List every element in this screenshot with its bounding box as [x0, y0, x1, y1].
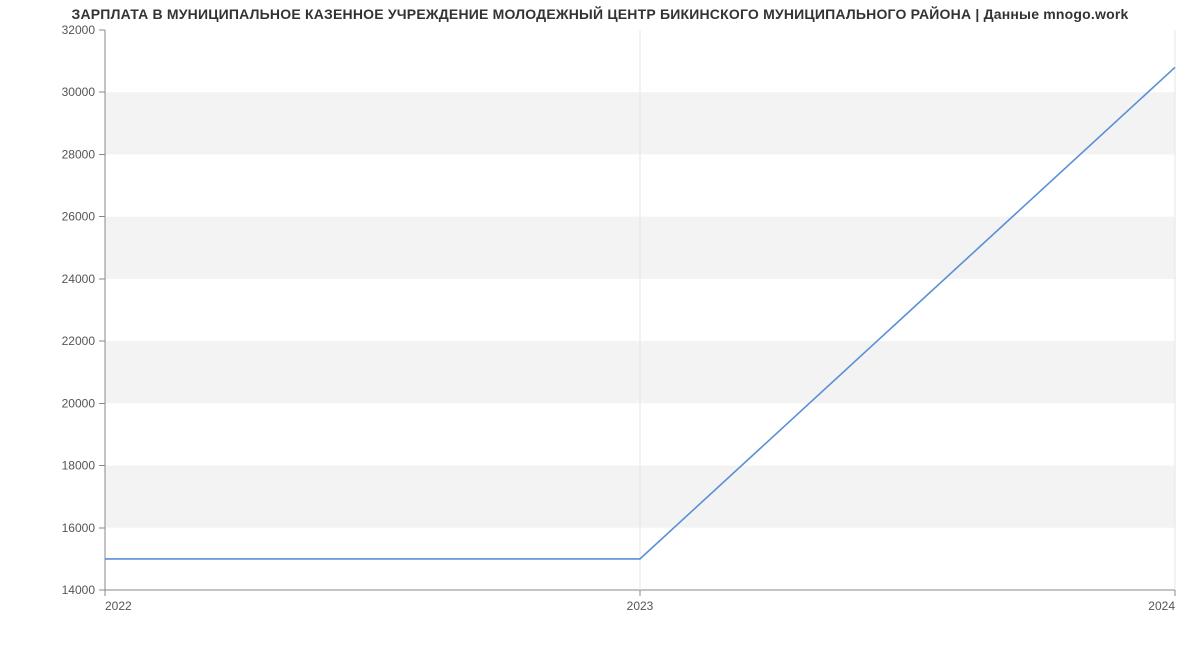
svg-text:26000: 26000 — [62, 210, 96, 224]
svg-text:2024: 2024 — [1148, 599, 1175, 613]
y-tick-label: 24000 — [62, 272, 96, 286]
svg-text:32000: 32000 — [62, 23, 96, 37]
y-tick-label: 22000 — [62, 334, 96, 348]
y-tick-label: 32000 — [62, 23, 96, 37]
x-tick-label: 2022 — [105, 599, 132, 613]
salary-line-chart: ЗАРПЛАТА В МУНИЦИПАЛЬНОЕ КАЗЕННОЕ УЧРЕЖД… — [0, 0, 1200, 650]
svg-text:20000: 20000 — [62, 396, 96, 410]
svg-text:2023: 2023 — [627, 599, 654, 613]
x-tick-label: 2023 — [627, 599, 654, 613]
y-tick-label: 30000 — [62, 85, 96, 99]
y-tick-label: 28000 — [62, 147, 96, 161]
y-tick-label: 20000 — [62, 396, 96, 410]
chart-canvas: 14000 16000 18000 20000 22000 24000 26000 28000… — [0, 0, 1200, 650]
svg-text:16000: 16000 — [62, 521, 96, 535]
svg-text:24000: 24000 — [62, 272, 96, 286]
chart-title: ЗАРПЛАТА В МУНИЦИПАЛЬНОЕ КАЗЕННОЕ УЧРЕЖД… — [0, 6, 1200, 22]
svg-text:30000: 30000 — [62, 85, 96, 99]
y-tick-label: 18000 — [62, 459, 96, 473]
y-tick-label: 16000 — [62, 521, 96, 535]
svg-text:18000: 18000 — [62, 459, 96, 473]
svg-text:28000: 28000 — [62, 147, 96, 161]
y-tick-label: 14000 — [62, 583, 96, 597]
x-tick-label: 2024 — [1148, 599, 1175, 613]
svg-text:22000: 22000 — [62, 334, 96, 348]
svg-text:2022: 2022 — [105, 599, 132, 613]
y-tick-label: 26000 — [62, 210, 96, 224]
svg-text:14000: 14000 — [62, 583, 96, 597]
